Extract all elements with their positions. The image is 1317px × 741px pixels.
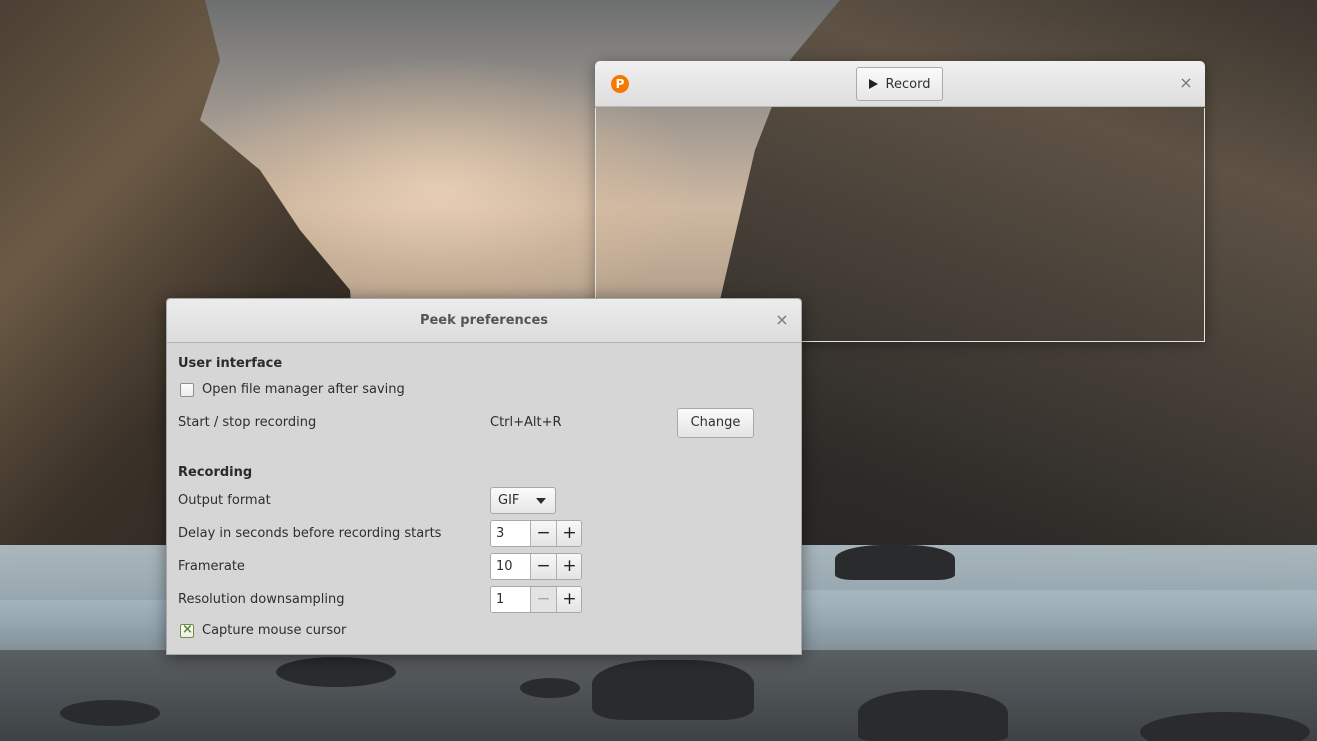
- change-shortcut-button[interactable]: Change: [677, 408, 754, 438]
- framerate-decrement-button[interactable]: −: [530, 554, 556, 579]
- open-file-manager-label[interactable]: Open file manager after saving: [202, 382, 405, 397]
- capture-cursor-label[interactable]: Capture mouse cursor: [202, 623, 346, 638]
- framerate-spinner: − +: [490, 553, 582, 580]
- output-format-value: GIF: [498, 493, 520, 508]
- dialog-close-icon[interactable]: ×: [773, 311, 791, 329]
- open-file-manager-checkbox[interactable]: [180, 383, 194, 397]
- downsampling-spinner: − +: [490, 586, 582, 613]
- rock: [592, 660, 754, 720]
- start-stop-recording-label: Start / stop recording: [178, 415, 317, 430]
- record-button[interactable]: Record: [856, 67, 943, 101]
- delay-label: Delay in seconds before recording starts: [178, 526, 442, 541]
- delay-decrement-button[interactable]: −: [530, 521, 556, 546]
- output-format-label: Output format: [178, 493, 271, 508]
- preferences-dialog: Peek preferences × User interface Open f…: [166, 298, 802, 655]
- record-button-label: Record: [885, 76, 931, 92]
- delay-increment-button[interactable]: +: [556, 521, 581, 546]
- downsampling-increment-button[interactable]: +: [556, 587, 581, 612]
- delay-input[interactable]: [491, 521, 530, 546]
- delay-spinner: − +: [490, 520, 582, 547]
- recording-heading: Recording: [178, 465, 253, 480]
- dialog-title: Peek preferences: [419, 313, 549, 328]
- downsampling-label: Resolution downsampling: [178, 592, 345, 607]
- recorder-header-bar: P Record ×: [595, 61, 1205, 107]
- framerate-increment-button[interactable]: +: [556, 554, 581, 579]
- recorder-close-icon[interactable]: ×: [1177, 74, 1195, 92]
- rock: [276, 657, 396, 687]
- recording-shortcut-value: Ctrl+Alt+R: [490, 415, 562, 430]
- peek-logo-icon: P: [611, 75, 629, 93]
- downsampling-input[interactable]: [491, 587, 530, 612]
- play-icon: [868, 79, 878, 89]
- rock: [60, 700, 160, 726]
- framerate-input[interactable]: [491, 554, 530, 579]
- user-interface-heading: User interface: [178, 356, 283, 371]
- capture-cursor-checkbox[interactable]: [180, 622, 194, 638]
- rock: [520, 678, 580, 698]
- dropdown-arrow-icon: [536, 498, 546, 504]
- output-format-dropdown[interactable]: GIF: [490, 487, 556, 514]
- downsampling-decrement-button: −: [530, 587, 556, 612]
- rock: [858, 690, 1008, 741]
- framerate-label: Framerate: [178, 559, 245, 574]
- rock: [835, 545, 955, 580]
- preferences-header-bar: Peek preferences ×: [167, 299, 801, 343]
